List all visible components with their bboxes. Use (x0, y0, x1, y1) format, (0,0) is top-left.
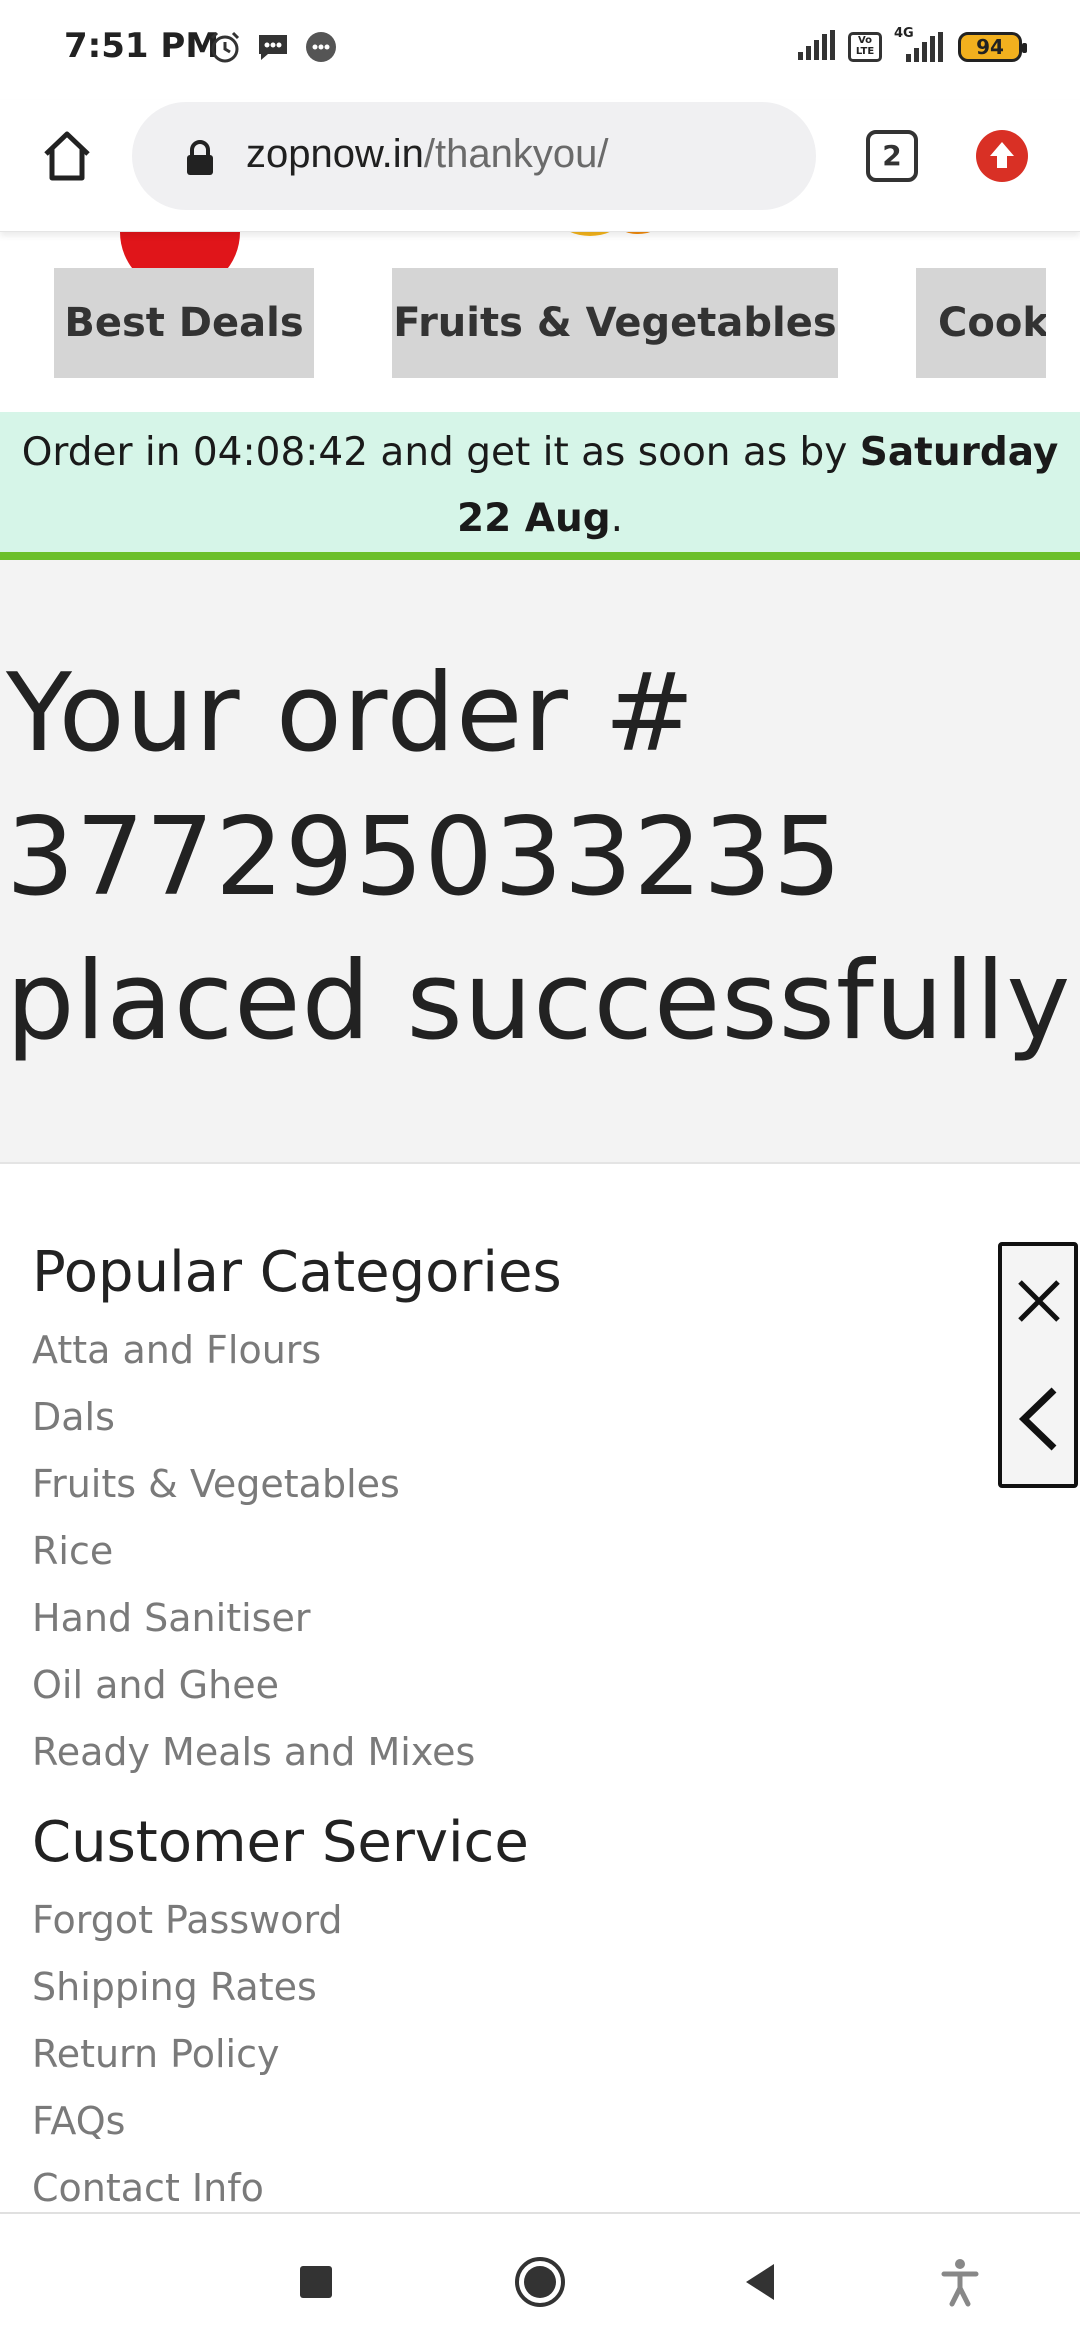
alarm-icon (208, 30, 242, 64)
url-path: /thankyou/ (423, 132, 609, 176)
footer-link-shipping-rates[interactable]: Shipping Rates (32, 1965, 317, 2009)
status-system-icons: Vo LTE 4G 94 (796, 26, 1027, 64)
footer-link-atta[interactable]: Atta and Flours (32, 1328, 321, 1372)
message-icon (256, 30, 290, 64)
footer-link-hand-sanitiser[interactable]: Hand Sanitiser (32, 1596, 310, 1640)
url-domain: zopnow.in (246, 132, 424, 176)
order-line-3: placed successfully (6, 939, 1072, 1064)
volte-label: Vo LTE (855, 35, 875, 57)
fruit-image-partial (550, 232, 680, 252)
footer-link-rice[interactable]: Rice (32, 1529, 113, 1573)
circle-icon[interactable] (512, 2254, 568, 2310)
chevron-left-icon[interactable] (1014, 1384, 1064, 1454)
category-label: Cook (938, 300, 1046, 346)
delivery-suffix: . (610, 496, 624, 541)
order-line-1: Your order # (6, 651, 696, 776)
footer-link-dals[interactable]: Dals (32, 1395, 115, 1439)
floating-side-widget (998, 1242, 1078, 1488)
signal-icon (796, 30, 836, 64)
footer-link-faqs[interactable]: FAQs (32, 2099, 125, 2143)
delivery-text: Order in 04:08:42 and get it as soon as … (21, 430, 860, 475)
category-strip: Best Deals Fruits & Vegetables Cook (0, 232, 1080, 412)
close-icon[interactable] (1014, 1276, 1064, 1326)
status-time: 7:51 PM (64, 26, 220, 66)
accessibility-icon[interactable] (932, 2254, 988, 2310)
footer-link-fruits-vegetables[interactable]: Fruits & Vegetables (32, 1462, 400, 1506)
category-label: Best Deals (64, 300, 304, 346)
status-notification-icons (208, 30, 338, 64)
lock-icon (184, 140, 216, 176)
category-button-fruits-vegetables[interactable]: Fruits & Vegetables (392, 268, 838, 378)
signal-4g-icon: 4G (894, 26, 946, 62)
system-navigation-bar (0, 2212, 1080, 2340)
chat-bubble-icon (304, 30, 338, 64)
delivery-banner: Order in 04:08:42 and get it as soon as … (0, 412, 1080, 560)
footer-link-forgot-password[interactable]: Forgot Password (32, 1898, 343, 1942)
url-bar[interactable]: zopnow.in/thankyou/ (132, 102, 816, 210)
square-icon[interactable] (288, 2254, 344, 2310)
tab-count: 2 (882, 139, 902, 172)
footer-link-oil-ghee[interactable]: Oil and Ghee (32, 1663, 279, 1707)
browser-toolbar: zopnow.in/thankyou/ 2 (0, 100, 1080, 232)
customer-service-heading: Customer Service (32, 1810, 529, 1875)
volte-icon: Vo LTE (848, 32, 882, 62)
footer-link-contact-info[interactable]: Contact Info (32, 2166, 264, 2210)
battery-level: 94 (976, 35, 1004, 59)
battery-icon: 94 (958, 32, 1027, 62)
order-confirmation-title: Your order # 377295033235 placed success… (6, 642, 1076, 1074)
category-button-cook[interactable]: Cook (916, 268, 1046, 378)
footer-link-return-policy[interactable]: Return Policy (32, 2032, 279, 2076)
home-icon[interactable] (38, 126, 96, 184)
category-label: Fruits & Vegetables (393, 300, 837, 346)
status-bar: 7:51 PM Vo LTE 4G 94 (0, 0, 1080, 100)
category-button-best-deals[interactable]: Best Deals (54, 268, 314, 378)
update-arrow-icon[interactable] (976, 130, 1028, 182)
triangle-back-icon[interactable] (734, 2254, 790, 2310)
tab-switcher-button[interactable]: 2 (866, 130, 918, 182)
order-number: 377295033235 (6, 795, 843, 920)
url-text: zopnow.in/thankyou/ (246, 132, 609, 177)
footer: Popular Categories Atta and Flours Dals … (0, 1164, 1080, 2212)
order-confirmation: Your order # 377295033235 placed success… (0, 560, 1080, 1164)
popular-categories-heading: Popular Categories (32, 1240, 562, 1305)
footer-link-ready-meals[interactable]: Ready Meals and Mixes (32, 1730, 475, 1774)
